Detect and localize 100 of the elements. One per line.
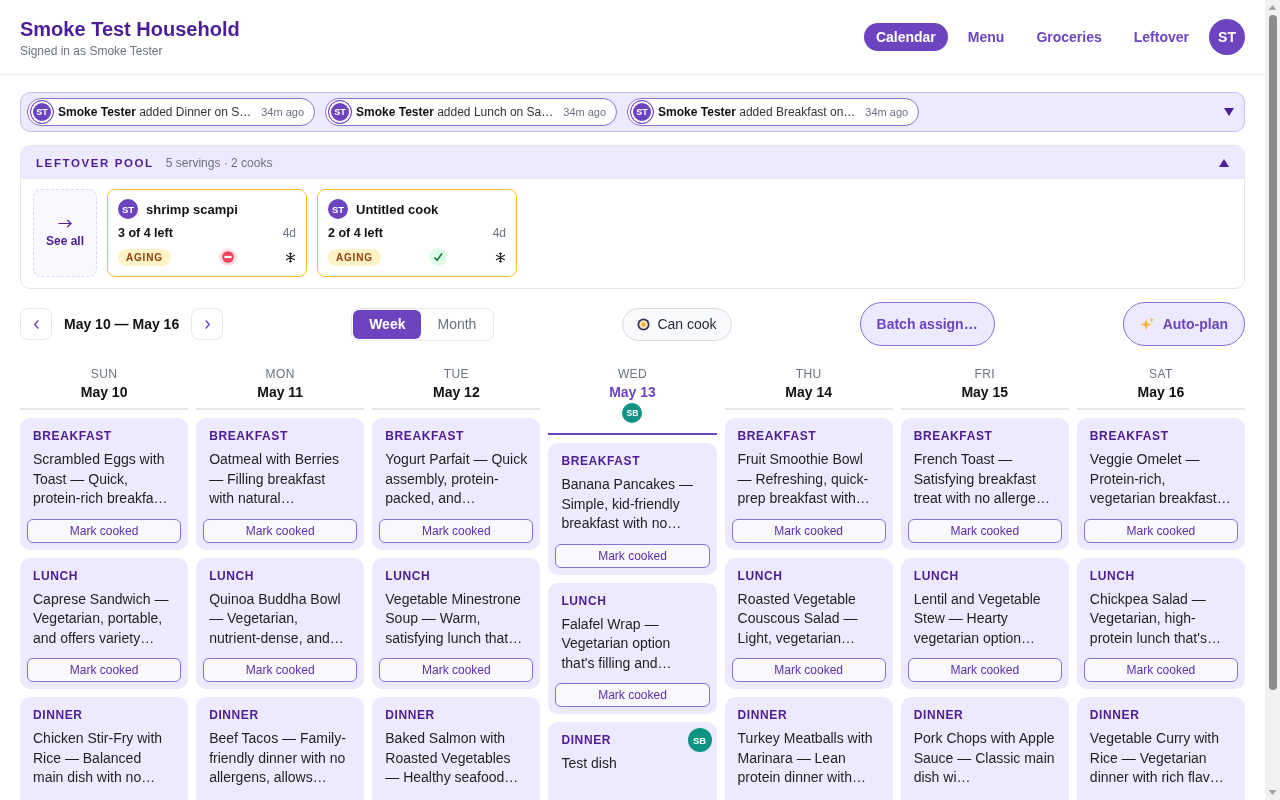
mark-cooked-button[interactable]: Mark cooked	[27, 518, 182, 543]
meal-label: BREAKFAST	[33, 428, 112, 444]
activity-time: 34m ago	[563, 106, 607, 118]
mark-cooked-button[interactable]: Mark cooked	[1083, 658, 1238, 682]
nav-tab[interactable]: Leftover	[1121, 23, 1201, 51]
day-date: May 12	[432, 383, 481, 402]
leftover-name: Untitled cook	[356, 201, 439, 217]
meal-label: BREAKFAST	[737, 428, 817, 444]
activity-chip[interactable]: ST Smoke Tester added Breakfast on… 34m ago	[627, 98, 920, 126]
meal-card[interactable]: BREAKFAST Veggie Omelet — Protein-rich, vegetarian breakfast… Mark cooked	[1076, 418, 1245, 550]
day-date: May 11	[256, 383, 305, 402]
meal-title: Banana Pancakes — Simple, kid-friendly breakfast with no…	[561, 475, 694, 533]
weekday-label: SUN	[89, 366, 119, 382]
meal-label: BREAKFAST	[1089, 428, 1169, 444]
meal-label: DINNER	[33, 707, 83, 723]
chevron-right-icon	[203, 318, 211, 330]
meal-card[interactable]: DINNER Vegetable Curry with Rice — Vegetarian dinner with rich flav…	[1076, 697, 1245, 800]
mark-cooked-button[interactable]: Mark cooked	[907, 658, 1062, 682]
caret-down-icon[interactable]	[1224, 108, 1234, 116]
meal-label: DINNER	[561, 732, 612, 748]
meal-card[interactable]: BREAKFAST Fruit Smoothie Bowl — Refreshing, quick-prep breakfast with… Mark cooked	[724, 418, 893, 550]
mark-cooked-button[interactable]: Mark cooked	[555, 683, 710, 707]
weekday-label: WED	[616, 366, 649, 382]
nav-tab[interactable]: Calendar	[863, 23, 948, 51]
meal-card[interactable]: DINNER Baked Salmon with Roasted Vegetables — Healthy seafood…	[372, 697, 541, 800]
meal-label: LUNCH	[737, 567, 783, 584]
meal-title: Lentil and Vegetable Stew — Hearty vegetarian option…	[913, 589, 1042, 648]
pool-summary: 5 servings · 2 cooks	[165, 155, 273, 170]
meal-card[interactable]: LUNCH Quinoa Buddha Bowl — Vegetarian, nutrient-dense, and… Mark cooked	[196, 557, 365, 689]
user-avatar: ST	[328, 199, 348, 219]
activity-time: 34m ago	[865, 106, 909, 118]
next-week-button[interactable]	[191, 308, 224, 340]
mark-cooked-button[interactable]: Mark cooked	[907, 518, 1062, 543]
meal-title: Beef Tacos — Family-friendly dinner with no allergens, allows…	[209, 729, 347, 787]
signed-in-text: Signed in as Smoke Tester	[20, 43, 164, 58]
activity-text: Smoke Tester added Lunch on Sa…	[356, 105, 554, 119]
user-avatar: ST	[30, 100, 54, 124]
view-tab[interactable]: Week	[353, 309, 422, 339]
meal-card[interactable]: LUNCH Caprese Sandwich — Vegetarian, portable, and offers variety… Mark cooked	[20, 557, 189, 689]
caret-up-icon[interactable]	[1219, 158, 1229, 167]
snowflake-icon[interactable]	[285, 251, 296, 263]
meal-title: Quinoa Buddha Bowl — Vegetarian, nutrient-dense, and…	[209, 589, 345, 648]
status-badge: AGING	[118, 248, 171, 266]
meal-card[interactable]: LUNCH Lentil and Vegetable Stew — Hearty vegetarian option… Mark cooked	[900, 557, 1069, 689]
meal-label: BREAKFAST	[385, 428, 465, 444]
snowflake-icon[interactable]	[495, 251, 506, 263]
meal-card[interactable]: BREAKFAST French Toast — Satisfying breakfast treat with no allerge… Mark cooked	[900, 418, 1069, 550]
meal-card[interactable]: DINNER Pork Chops with Apple Sauce — Classic main dish wi…	[900, 697, 1069, 800]
meal-card[interactable]: BREAKFAST Oatmeal with Berries — Filling breakfast with natural… Mark cooked	[196, 418, 365, 550]
leftover-card[interactable]: ST Untitled cook 2 of 4 left 4d AGING	[317, 189, 517, 277]
mark-cooked-button[interactable]: Mark cooked	[27, 658, 182, 682]
meal-card[interactable]: BREAKFAST Yogurt Parfait — Quick assembly, protein-packed, and… Mark cooked	[372, 418, 541, 550]
meal-title: Falafel Wrap — Vegetarian option that's filling and…	[561, 614, 673, 673]
household-title: Smoke Test Household	[20, 16, 240, 41]
meal-title: Veggie Omelet — Protein-rich, vegetarian breakfast…	[1089, 450, 1232, 508]
leftover-card[interactable]: ST shrimp scampi 3 of 4 left 4d AGING	[107, 189, 307, 277]
mark-cooked-button[interactable]: Mark cooked	[731, 658, 886, 682]
user-avatar: SB	[622, 403, 643, 423]
see-all-button[interactable]: See all	[33, 189, 97, 277]
meal-card[interactable]: DINNER Beef Tacos — Family-friendly dinner with no allergens, allows…	[196, 697, 365, 800]
arrow-right-icon	[58, 218, 72, 228]
mark-cooked-button[interactable]: Mark cooked	[731, 518, 886, 543]
view-tab[interactable]: Month	[421, 309, 493, 339]
meal-card[interactable]: BREAKFAST Banana Pancakes — Simple, kid-friendly breakfast with no… Mark cooked	[548, 443, 717, 575]
scrollbar-thumb[interactable]	[1268, 15, 1277, 690]
meal-card[interactable]: DINNER Turkey Meatballs with Marinara — Lean protein dinner with…	[724, 697, 893, 800]
meal-title: Turkey Meatballs with Marinara — Lean protein dinner with…	[737, 729, 874, 787]
status-badge: AGING	[328, 248, 381, 266]
activity-chip[interactable]: ST Smoke Tester added Dinner on S… 34m ago	[27, 98, 316, 126]
mark-cooked-button[interactable]: Mark cooked	[203, 658, 358, 682]
meal-card[interactable]: LUNCH Chickpea Salad — Vegetarian, high-protein lunch that's… Mark cooked	[1076, 557, 1245, 689]
mark-cooked-button[interactable]: Mark cooked	[203, 518, 358, 543]
user-avatar: ST	[328, 100, 353, 124]
mark-cooked-button[interactable]: Mark cooked	[1083, 518, 1238, 543]
previous-week-button[interactable]	[20, 308, 52, 340]
activity-time: 34m ago	[261, 106, 305, 118]
weekday-label: TUE	[442, 366, 470, 382]
meal-card[interactable]: LUNCH Roasted Vegetable Couscous Salad — Light, vegetarian… Mark cooked	[724, 557, 893, 689]
nav-tab[interactable]: Menu	[955, 23, 1017, 51]
meal-card[interactable]: LUNCH Falafel Wrap — Vegetarian option that's filling and… Mark cooked	[548, 582, 717, 714]
scrollbar[interactable]	[1265, 0, 1280, 800]
meal-label: DINNER	[1089, 707, 1140, 723]
meal-card[interactable]: DINNER Chicken Stir-Fry with Rice — Balanced main dish with no…	[20, 697, 189, 800]
user-avatar[interactable]: ST	[1209, 19, 1245, 55]
batch-assign-button[interactable]: Batch assign…	[859, 302, 995, 346]
auto-plan-button[interactable]: Auto-plan	[1122, 302, 1245, 346]
meal-title: Fruit Smoothie Bowl — Refreshing, quick-prep breakfast with…	[737, 450, 871, 508]
nav-tab[interactable]: Groceries	[1024, 23, 1114, 51]
mark-cooked-button[interactable]: Mark cooked	[379, 518, 534, 543]
leftover-pool-header[interactable]: LEFTOVER POOL 5 servings · 2 cooks	[21, 146, 1244, 179]
activity-chip[interactable]: ST Smoke Tester added Lunch on Sa… 34m ago	[325, 98, 618, 126]
meal-card[interactable]: LUNCH Vegetable Minestrone Soup — Warm, satisfying lunch that… Mark cooked	[372, 557, 541, 689]
meal-label: LUNCH	[913, 567, 959, 584]
meal-title: Vegetable Curry with Rice — Vegetarian dinner with rich flav…	[1089, 729, 1225, 787]
mark-cooked-button[interactable]: Mark cooked	[555, 543, 710, 568]
leftover-age: 4d	[492, 226, 506, 240]
meal-card[interactable]: BREAKFAST Scrambled Eggs with Toast — Quick, protein-rich breakfa… Mark cooked	[20, 418, 189, 550]
meal-label: LUNCH	[385, 567, 431, 584]
can-cook-toggle[interactable]: Can cook	[622, 307, 732, 341]
mark-cooked-button[interactable]: Mark cooked	[379, 658, 534, 682]
